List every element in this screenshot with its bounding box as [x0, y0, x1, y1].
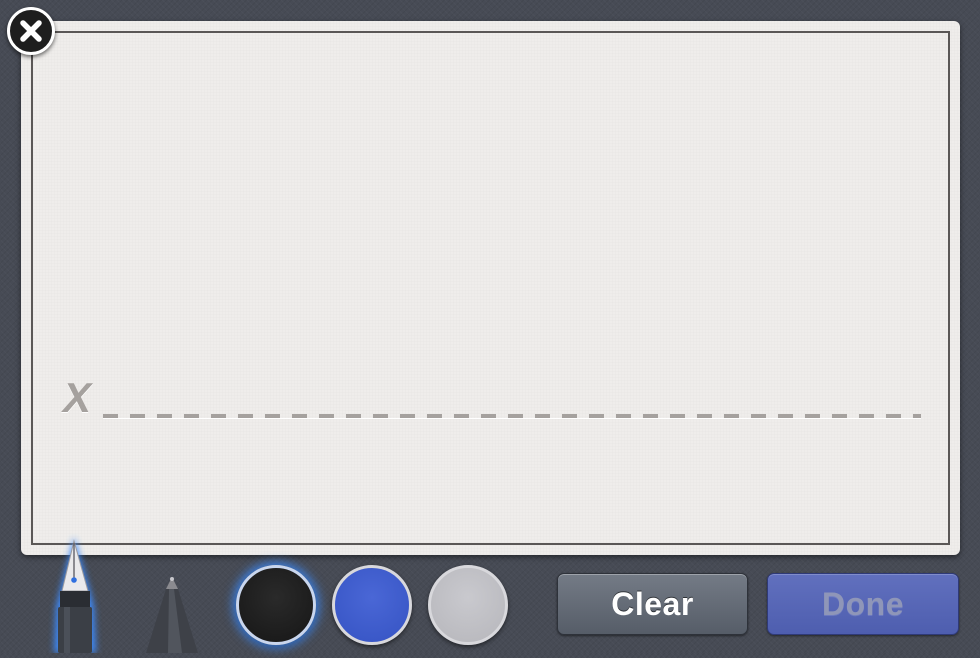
ballpoint-pen-icon — [146, 577, 198, 653]
ballpoint-pen-tool[interactable] — [138, 575, 206, 653]
close-icon — [20, 20, 42, 42]
done-button[interactable]: Done — [767, 573, 959, 635]
color-swatch-black[interactable] — [236, 565, 316, 645]
signature-pad-border — [31, 31, 950, 545]
clear-button[interactable]: Clear — [557, 573, 748, 635]
color-swatch-gray[interactable] — [428, 565, 508, 645]
close-button[interactable] — [7, 7, 55, 55]
fountain-pen-icon — [54, 537, 96, 653]
signature-x-mark: X — [63, 374, 92, 421]
color-swatch-blue[interactable] — [332, 565, 412, 645]
signature-pad[interactable]: X — [21, 21, 960, 555]
fountain-pen-tool[interactable] — [38, 533, 112, 653]
signature-dashed-line — [103, 414, 921, 418]
